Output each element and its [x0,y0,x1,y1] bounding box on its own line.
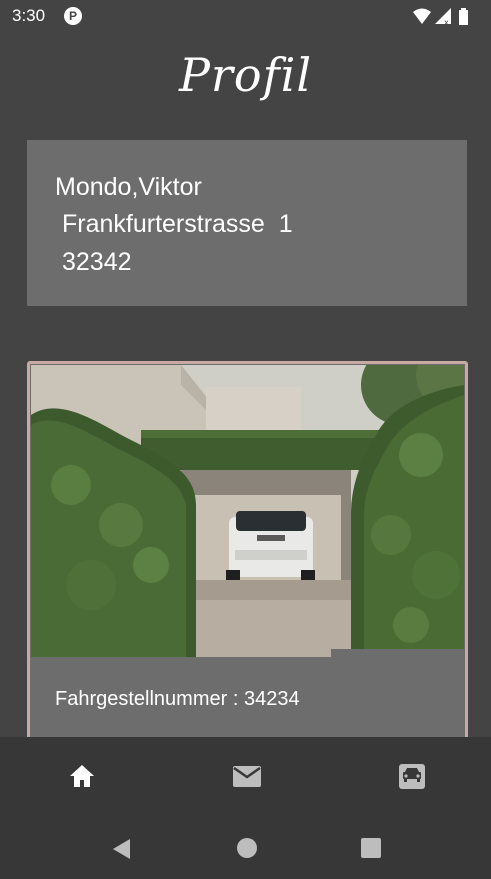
svg-text:x: x [444,18,449,27]
car-in-garage-photo [31,365,464,657]
home-icon[interactable] [65,759,99,793]
system-nav [0,817,491,879]
profile-street: Frankfurterstrasse 1 [62,210,293,238]
signal-icon: x [435,8,451,27]
recents-icon[interactable] [360,837,382,863]
status-bar: 3:30 P x [0,0,491,32]
app-notification-icon: P [64,7,82,25]
status-time: 3:30 [12,6,46,25]
mail-icon[interactable] [230,759,264,793]
vin-label: Fahrgestellnummer : 34234 [55,688,300,710]
back-icon[interactable] [110,837,134,865]
car-icon[interactable] [395,759,429,793]
profile-zip: 32342 [62,248,132,276]
status-icons: x [411,6,481,28]
profile-card: Mondo,Viktor Frankfurterstrasse 1 32342 [27,140,467,306]
page-title: Profil [178,48,313,102]
wifi-icon [413,8,431,24]
battery-icon [459,8,468,25]
bottom-nav [0,737,491,817]
vehicle-card[interactable]: Fahrgestellnummer : 34234 [27,361,468,761]
home-circle-icon[interactable] [236,837,258,863]
profile-name: Mondo,Viktor [55,173,202,201]
